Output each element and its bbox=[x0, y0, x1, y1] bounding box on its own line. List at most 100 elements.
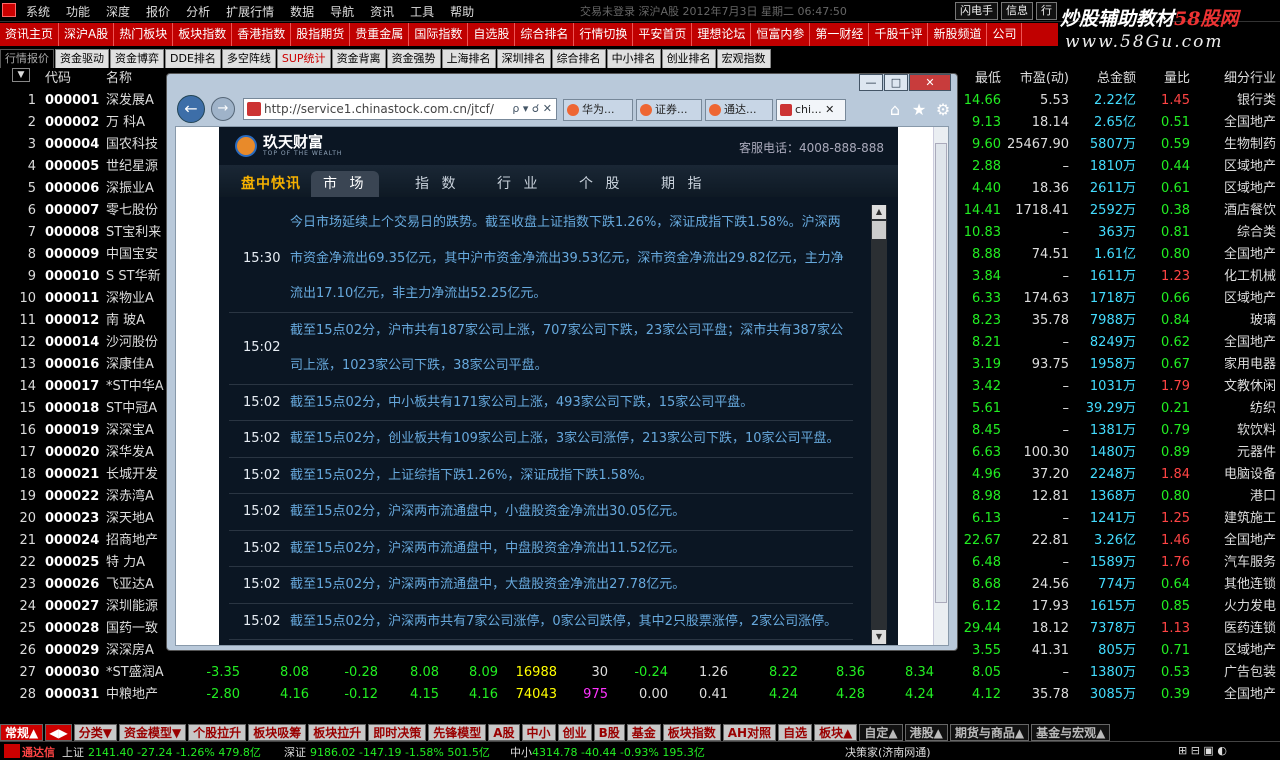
close-window-button[interactable]: ✕ bbox=[909, 74, 951, 91]
ranking-tab[interactable]: 上海排名 bbox=[441, 49, 496, 68]
ranking-tab[interactable]: 资金博弈 bbox=[110, 49, 164, 68]
bottom-tab[interactable]: A股 bbox=[488, 723, 520, 741]
menu-item[interactable]: 系统 bbox=[26, 3, 50, 20]
bottom-tab[interactable]: 先锋模型 bbox=[428, 723, 487, 741]
header-volume-ratio[interactable]: 量比 bbox=[1140, 68, 1190, 90]
menu-item[interactable]: 功能 bbox=[66, 3, 90, 20]
site-tab-industry[interactable]: 行 业 bbox=[497, 171, 541, 197]
site-tab-index[interactable]: 指 数 bbox=[415, 171, 459, 197]
site-tab-market[interactable]: 市 场 bbox=[311, 171, 380, 197]
quick-nav-item[interactable]: 行情切换 bbox=[574, 23, 634, 46]
table-row[interactable]: 27 000030 *ST盛润A -3.35 8.08 -0.28 8.08 8.09 1698… bbox=[0, 662, 1280, 684]
quick-nav-item[interactable]: 恒富内参 bbox=[751, 23, 811, 46]
page-scroll-thumb[interactable] bbox=[935, 143, 947, 603]
quick-nav-item[interactable]: 板块指数 bbox=[173, 23, 233, 46]
tab-close-icon[interactable]: ✕ bbox=[825, 103, 834, 116]
bottom-tab[interactable]: 常规▲ bbox=[0, 723, 44, 741]
settings-gear-icon[interactable]: ⚙ bbox=[931, 100, 955, 119]
menu-item[interactable]: 资讯 bbox=[370, 3, 394, 20]
quick-nav-item[interactable]: 香港指数 bbox=[232, 23, 292, 46]
sort-menu-icon[interactable]: ▼ bbox=[12, 68, 30, 82]
app-logo-icon[interactable] bbox=[2, 3, 16, 17]
menu-item[interactable]: 导航 bbox=[330, 3, 354, 20]
quick-nav-item[interactable]: 第一财经 bbox=[810, 23, 870, 46]
quick-nav-item[interactable]: 贵重金属 bbox=[350, 23, 410, 46]
quick-nav-item[interactable]: 资讯主页 bbox=[0, 23, 60, 46]
home-icon[interactable]: ⌂ bbox=[883, 100, 907, 119]
bottom-tab[interactable]: 自选 bbox=[778, 723, 813, 741]
ranking-tab[interactable]: 行情报价 bbox=[0, 49, 54, 68]
ranking-tab[interactable]: 资金驱动 bbox=[55, 49, 109, 68]
browser-tab-chinastock[interactable]: chi... ✕ bbox=[776, 99, 846, 121]
bottom-tab[interactable]: 板块▲ bbox=[814, 723, 858, 741]
feed-scrollbar[interactable]: ▲ ▼ bbox=[871, 205, 887, 644]
news-item[interactable]: 15:02 截至15点02分，沪深两市共有7家公司涨停，0家公司跌停，其中2只股票… bbox=[229, 604, 853, 640]
menu-item[interactable]: 数据 bbox=[290, 3, 314, 20]
news-item[interactable]: 15:02 截至15点02分，沪深两市流通盘中，大盘股资金净流出27.78亿元。 bbox=[229, 567, 853, 604]
ranking-tab[interactable]: 综合排名 bbox=[551, 49, 606, 68]
site-tab-futures[interactable]: 期 指 bbox=[661, 171, 705, 197]
menu-item[interactable]: 分析 bbox=[186, 3, 210, 20]
bottom-tab[interactable]: 板块指数 bbox=[662, 723, 721, 741]
bottom-tab[interactable]: 中小 bbox=[521, 723, 556, 741]
menu-item[interactable]: 工具 bbox=[410, 3, 434, 20]
quick-nav-item[interactable]: 国际指数 bbox=[409, 23, 469, 46]
news-item[interactable]: 15:02 截至15点02分，沪深两市流通盘中，中盘股资金净流出11.52亿元。 bbox=[229, 531, 853, 567]
address-tools[interactable]: ρ ▾ ☌ ✕ bbox=[512, 99, 552, 119]
site-tab-stock[interactable]: 个 股 bbox=[579, 171, 623, 197]
forward-icon[interactable]: → bbox=[211, 97, 235, 121]
bottom-tab[interactable]: 资金模型▼ bbox=[118, 723, 187, 741]
ranking-tab[interactable]: SUP统计 bbox=[276, 49, 331, 68]
top-button[interactable]: 行 bbox=[1036, 2, 1057, 20]
browser-tab-tongda[interactable]: 通达... bbox=[705, 99, 773, 121]
bottom-tab[interactable]: 港股▲ bbox=[904, 723, 948, 741]
quick-nav-item[interactable]: 深沪A股 bbox=[59, 23, 115, 46]
menu-item[interactable]: 深度 bbox=[106, 3, 130, 20]
site-tab-flash[interactable]: 盘中快讯 bbox=[241, 171, 301, 197]
header-code[interactable]: 代码 bbox=[45, 68, 71, 90]
news-item[interactable]: 15:02 截至15点02分，中小板共有171家公司上涨，493家公司下跌，15家… bbox=[229, 385, 853, 421]
ranking-tab[interactable]: 创业排名 bbox=[661, 49, 716, 68]
bottom-tab[interactable]: 期货与商品▲ bbox=[949, 723, 1030, 741]
quick-nav-item[interactable]: 热门板块 bbox=[114, 23, 174, 46]
quick-nav-item[interactable]: 综合排名 bbox=[515, 23, 575, 46]
header-industry[interactable]: 细分行业 bbox=[1200, 68, 1276, 90]
menu-item[interactable]: 扩展行情 bbox=[226, 3, 274, 20]
bottom-tab[interactable]: 分类▼ bbox=[73, 723, 117, 741]
ranking-tab[interactable]: 多空阵线 bbox=[221, 49, 276, 68]
bottom-tab[interactable]: 板块拉升 bbox=[308, 723, 367, 741]
bottom-tab[interactable]: 基金 bbox=[626, 723, 661, 741]
browser-tab-securities[interactable]: 证券... bbox=[636, 99, 702, 121]
maximize-button[interactable]: □ bbox=[884, 74, 908, 91]
bottom-tab[interactable]: 基金与宏观▲ bbox=[1031, 723, 1111, 741]
favorites-icon[interactable]: ★ bbox=[907, 100, 931, 119]
minimize-button[interactable]: — bbox=[859, 74, 883, 91]
scroll-down-icon[interactable]: ▼ bbox=[872, 630, 886, 644]
news-item[interactable]: 15:02 截至15点02分，上证综指下跌1.26%，深证成指下跌1.58%。 bbox=[229, 458, 853, 494]
header-amount[interactable]: 总金额 bbox=[1072, 68, 1136, 90]
ranking-tab[interactable]: DDE排名 bbox=[165, 49, 221, 68]
quick-nav-item[interactable]: 新股频道 bbox=[928, 23, 988, 46]
ranking-tab[interactable]: 深圳排名 bbox=[496, 49, 551, 68]
page-arrows-icon[interactable]: ◀▶ bbox=[45, 723, 72, 741]
quick-nav-item[interactable]: 理想论坛 bbox=[692, 23, 752, 46]
news-item[interactable]: 15:30 今日市场延续上个交易日的跌势。截至收盘上证指数下跌1.26%，深证成指… bbox=[229, 205, 853, 313]
ranking-tab[interactable]: 资金背离 bbox=[331, 49, 386, 68]
top-button[interactable]: 闪电手 bbox=[955, 2, 998, 20]
quick-nav-item[interactable]: 股指期货 bbox=[291, 23, 351, 46]
header-pe[interactable]: 市盈(动) bbox=[1005, 68, 1069, 90]
bottom-tab[interactable]: 即时决策 bbox=[368, 723, 427, 741]
ranking-tab[interactable]: 资金强势 bbox=[386, 49, 441, 68]
menu-item[interactable]: 帮助 bbox=[450, 3, 474, 20]
page-scrollbar[interactable] bbox=[933, 127, 948, 645]
quick-nav-item[interactable]: 平安首页 bbox=[633, 23, 693, 46]
news-item[interactable]: 15:02 截至15点02分，沪深两市流通盘中，小盘股资金净流出30.05亿元。 bbox=[229, 494, 853, 531]
header-name[interactable]: 名称 bbox=[106, 68, 132, 90]
bottom-tab[interactable]: 板块吸筹 bbox=[248, 723, 307, 741]
bottom-tab[interactable]: 创业 bbox=[557, 723, 592, 741]
bottom-tab[interactable]: 自定▲ bbox=[859, 723, 903, 741]
ranking-tab[interactable]: 宏观指数 bbox=[716, 49, 771, 68]
bottom-tab[interactable]: B股 bbox=[593, 723, 625, 741]
quick-nav-item[interactable]: 千股千评 bbox=[869, 23, 929, 46]
status-icons[interactable]: ⊞ ⊟ ▣ ◐ bbox=[1178, 744, 1227, 757]
